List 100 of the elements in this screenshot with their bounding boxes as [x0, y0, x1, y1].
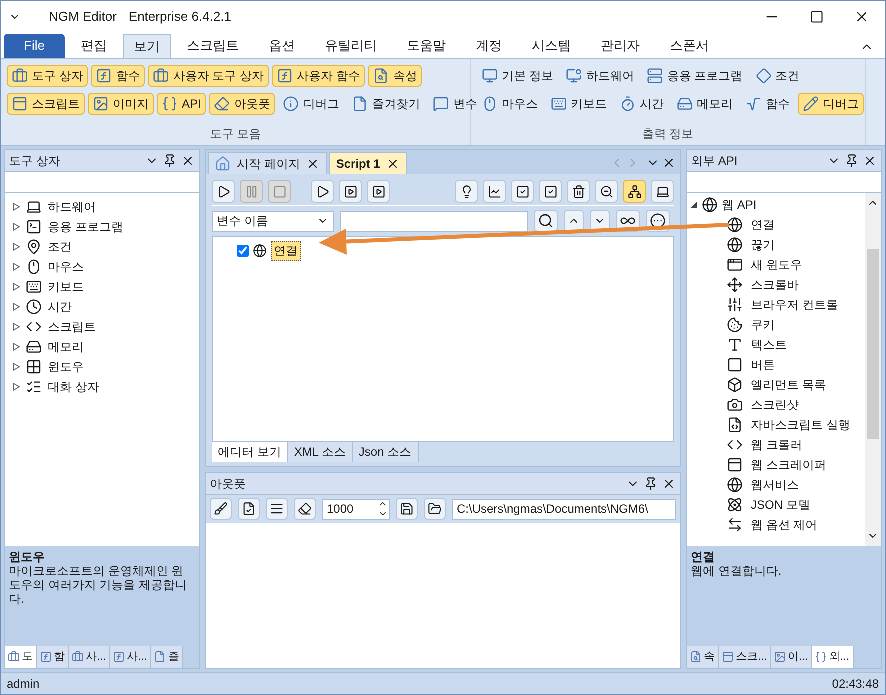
ribbon-button[interactable]: 디버그	[278, 93, 344, 115]
tree-item[interactable]: 조건	[48, 238, 72, 256]
tree-item[interactable]: 웹 옵션 제어	[751, 516, 818, 534]
output-button[interactable]	[396, 498, 418, 520]
ribbon-button[interactable]: 사용자 도구 상자	[148, 65, 270, 87]
view-tab[interactable]: 에디터 보기	[212, 442, 288, 462]
expander-icon[interactable]	[691, 201, 698, 209]
ribbon-button[interactable]: 시간	[615, 93, 669, 115]
ribbon-button[interactable]: 속성	[368, 65, 422, 87]
toolbar-button[interactable]	[339, 180, 362, 203]
menu-tab[interactable]: 스크립트	[172, 34, 253, 58]
ribbon-button[interactable]: 이미지	[88, 93, 154, 115]
toolbar-button[interactable]	[651, 180, 674, 203]
panel-tab[interactable]: 속	[687, 646, 719, 668]
toolbar-button[interactable]	[212, 180, 235, 203]
tree-item[interactable]: 메모리	[48, 338, 84, 356]
expander-icon[interactable]	[13, 223, 20, 231]
tree-item[interactable]: 웹 API	[722, 196, 757, 214]
toolbar-button[interactable]	[511, 180, 534, 203]
tree-item[interactable]: 하드웨어	[48, 198, 96, 216]
expander-icon[interactable]	[13, 383, 20, 391]
tree-item[interactable]: 웹 스크레이퍼	[751, 456, 826, 474]
document-tab[interactable]: 시작 페이지	[208, 152, 328, 174]
ribbon-button[interactable]: 도구 상자	[7, 65, 88, 87]
panel-tab[interactable]: 사...	[110, 646, 152, 668]
menu-tab[interactable]: 편집	[66, 34, 121, 58]
tree-item[interactable]: 스크롤바	[751, 276, 799, 294]
close-icon[interactable]	[662, 156, 676, 170]
ribbon-button[interactable]: 디버그	[798, 93, 864, 115]
tree-item[interactable]: 브라우저 컨트롤	[751, 296, 838, 314]
menu-tab[interactable]: 보기	[122, 34, 171, 58]
panel-tab[interactable]: 도	[5, 646, 37, 668]
tree-item[interactable]: 대화 상자	[48, 378, 100, 396]
menu-tab[interactable]: 도움말	[392, 34, 460, 58]
output-button[interactable]	[294, 498, 316, 520]
panel-tab[interactable]: 이...	[771, 646, 812, 668]
expander-icon[interactable]	[13, 343, 20, 351]
ribbon-button[interactable]: 키보드	[546, 93, 612, 115]
search-field[interactable]	[5, 172, 199, 193]
ribbon-button[interactable]: 기본 정보	[477, 65, 558, 87]
toolbar-button[interactable]	[367, 180, 390, 203]
toolbar-button[interactable]	[483, 180, 506, 203]
search-field[interactable]	[340, 210, 528, 232]
output-button[interactable]	[238, 498, 260, 520]
view-tab[interactable]: Json 소스	[352, 442, 419, 462]
menu-tab[interactable]: File	[4, 34, 65, 58]
toolbar-button[interactable]	[595, 180, 618, 203]
tree-item[interactable]: 윈도우	[48, 358, 84, 376]
toolbar-button[interactable]	[539, 180, 562, 203]
output-button[interactable]	[424, 498, 446, 520]
path-field[interactable]: C:\Users\ngmas\Documents\NGM6\	[452, 498, 676, 520]
ribbon-button[interactable]: 아웃풋	[209, 93, 276, 115]
tree-item[interactable]: 웹 크롤러	[751, 436, 802, 454]
count-spinner[interactable]: 1000	[322, 498, 390, 520]
expander-icon[interactable]	[13, 303, 20, 311]
tree-node[interactable]: 연결	[271, 241, 301, 261]
panel-tab[interactable]: 즐	[151, 646, 184, 668]
toolbar-button[interactable]	[567, 180, 590, 203]
document-tab[interactable]: Script 1	[329, 152, 408, 174]
menu-tab[interactable]: 관리자	[586, 34, 654, 58]
tree-item[interactable]: 스크립트	[48, 318, 96, 336]
tree-item[interactable]: 스크린샷	[751, 396, 799, 414]
tree-item[interactable]: 새 윈도우	[751, 256, 802, 274]
expander-icon[interactable]	[13, 203, 20, 211]
pin-icon[interactable]	[845, 154, 859, 168]
node-checkbox[interactable]	[237, 245, 249, 257]
ribbon-button[interactable]: API	[157, 93, 206, 115]
ribbon-button[interactable]: 함수	[741, 93, 795, 115]
tree-item[interactable]: 웹서비스	[751, 476, 799, 494]
tree-item[interactable]: 연결	[751, 216, 775, 234]
tree-item[interactable]: 버튼	[751, 356, 775, 374]
pin-icon[interactable]	[163, 154, 177, 168]
menu-tab[interactable]: 계정	[462, 34, 516, 58]
search-field[interactable]	[687, 172, 881, 193]
toolbar-button[interactable]	[455, 180, 478, 203]
tree-item[interactable]: JSON 모델	[751, 496, 810, 514]
toolbar-button[interactable]	[311, 180, 334, 203]
ribbon-button[interactable]: 조건	[750, 65, 805, 87]
tree-item[interactable]: 끊기	[751, 236, 775, 254]
tree-item[interactable]: 마우스	[48, 258, 84, 276]
menu-tab[interactable]: 시스템	[518, 34, 585, 58]
panel-tab[interactable]: 외...	[812, 646, 854, 668]
expander-icon[interactable]	[13, 363, 20, 371]
menu-tab[interactable]: 스폰서	[656, 34, 723, 58]
maximize-icon[interactable]	[810, 10, 824, 24]
tree-item[interactable]: 쿠키	[751, 316, 775, 334]
tree-item[interactable]: 키보드	[48, 278, 84, 296]
expander-icon[interactable]	[13, 323, 20, 331]
previous-button[interactable]	[564, 210, 584, 232]
toolbar-button[interactable]	[623, 180, 646, 203]
ribbon-button[interactable]: 즐겨찾기	[347, 93, 426, 115]
tree-item[interactable]: 자바스크립트 실행	[751, 416, 850, 434]
expander-icon[interactable]	[13, 283, 20, 291]
expander-icon[interactable]	[13, 243, 20, 251]
panel-tab[interactable]: 사...	[69, 646, 110, 668]
scrollbar[interactable]	[865, 193, 881, 546]
tree-item[interactable]: 엘리먼트 목록	[751, 376, 826, 394]
search-button[interactable]	[534, 210, 558, 232]
ribbon-button[interactable]: 하드웨어	[561, 65, 640, 87]
tree-item[interactable]: 시간	[48, 298, 72, 316]
